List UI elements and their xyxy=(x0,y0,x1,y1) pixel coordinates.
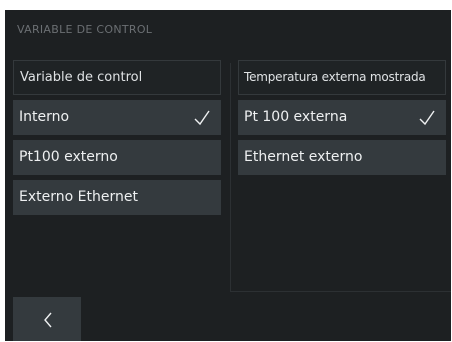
bottom-divider xyxy=(230,291,451,292)
check-icon xyxy=(419,110,435,126)
option-pt100-externa[interactable]: Pt 100 externa xyxy=(238,100,446,135)
back-button[interactable] xyxy=(13,297,81,341)
column-divider xyxy=(230,63,231,291)
option-label: Pt 100 externa xyxy=(244,109,348,125)
control-variable-screen: VARIABLE DE CONTROL Variable de control … xyxy=(5,10,451,341)
check-icon xyxy=(194,110,210,126)
option-interno[interactable]: Interno xyxy=(13,100,221,135)
displayed-temperature-column: Temperatura externa mostrada Pt 100 exte… xyxy=(238,60,446,175)
displayed-temperature-header: Temperatura externa mostrada xyxy=(238,60,446,95)
option-label: Pt100 externo xyxy=(19,149,118,165)
control-variable-column: Variable de control Interno Pt100 extern… xyxy=(13,60,221,215)
option-label: Externo Ethernet xyxy=(19,189,138,205)
chevron-left-icon xyxy=(44,312,52,328)
screen-title: VARIABLE DE CONTROL xyxy=(17,23,153,36)
option-externo-ethernet[interactable]: Externo Ethernet xyxy=(13,180,221,215)
option-pt100-externo[interactable]: Pt100 externo xyxy=(13,140,221,175)
control-variable-header: Variable de control xyxy=(13,60,221,95)
option-ethernet-externo[interactable]: Ethernet externo xyxy=(238,140,446,175)
option-label: Interno xyxy=(19,109,70,125)
option-label: Ethernet externo xyxy=(244,149,363,165)
